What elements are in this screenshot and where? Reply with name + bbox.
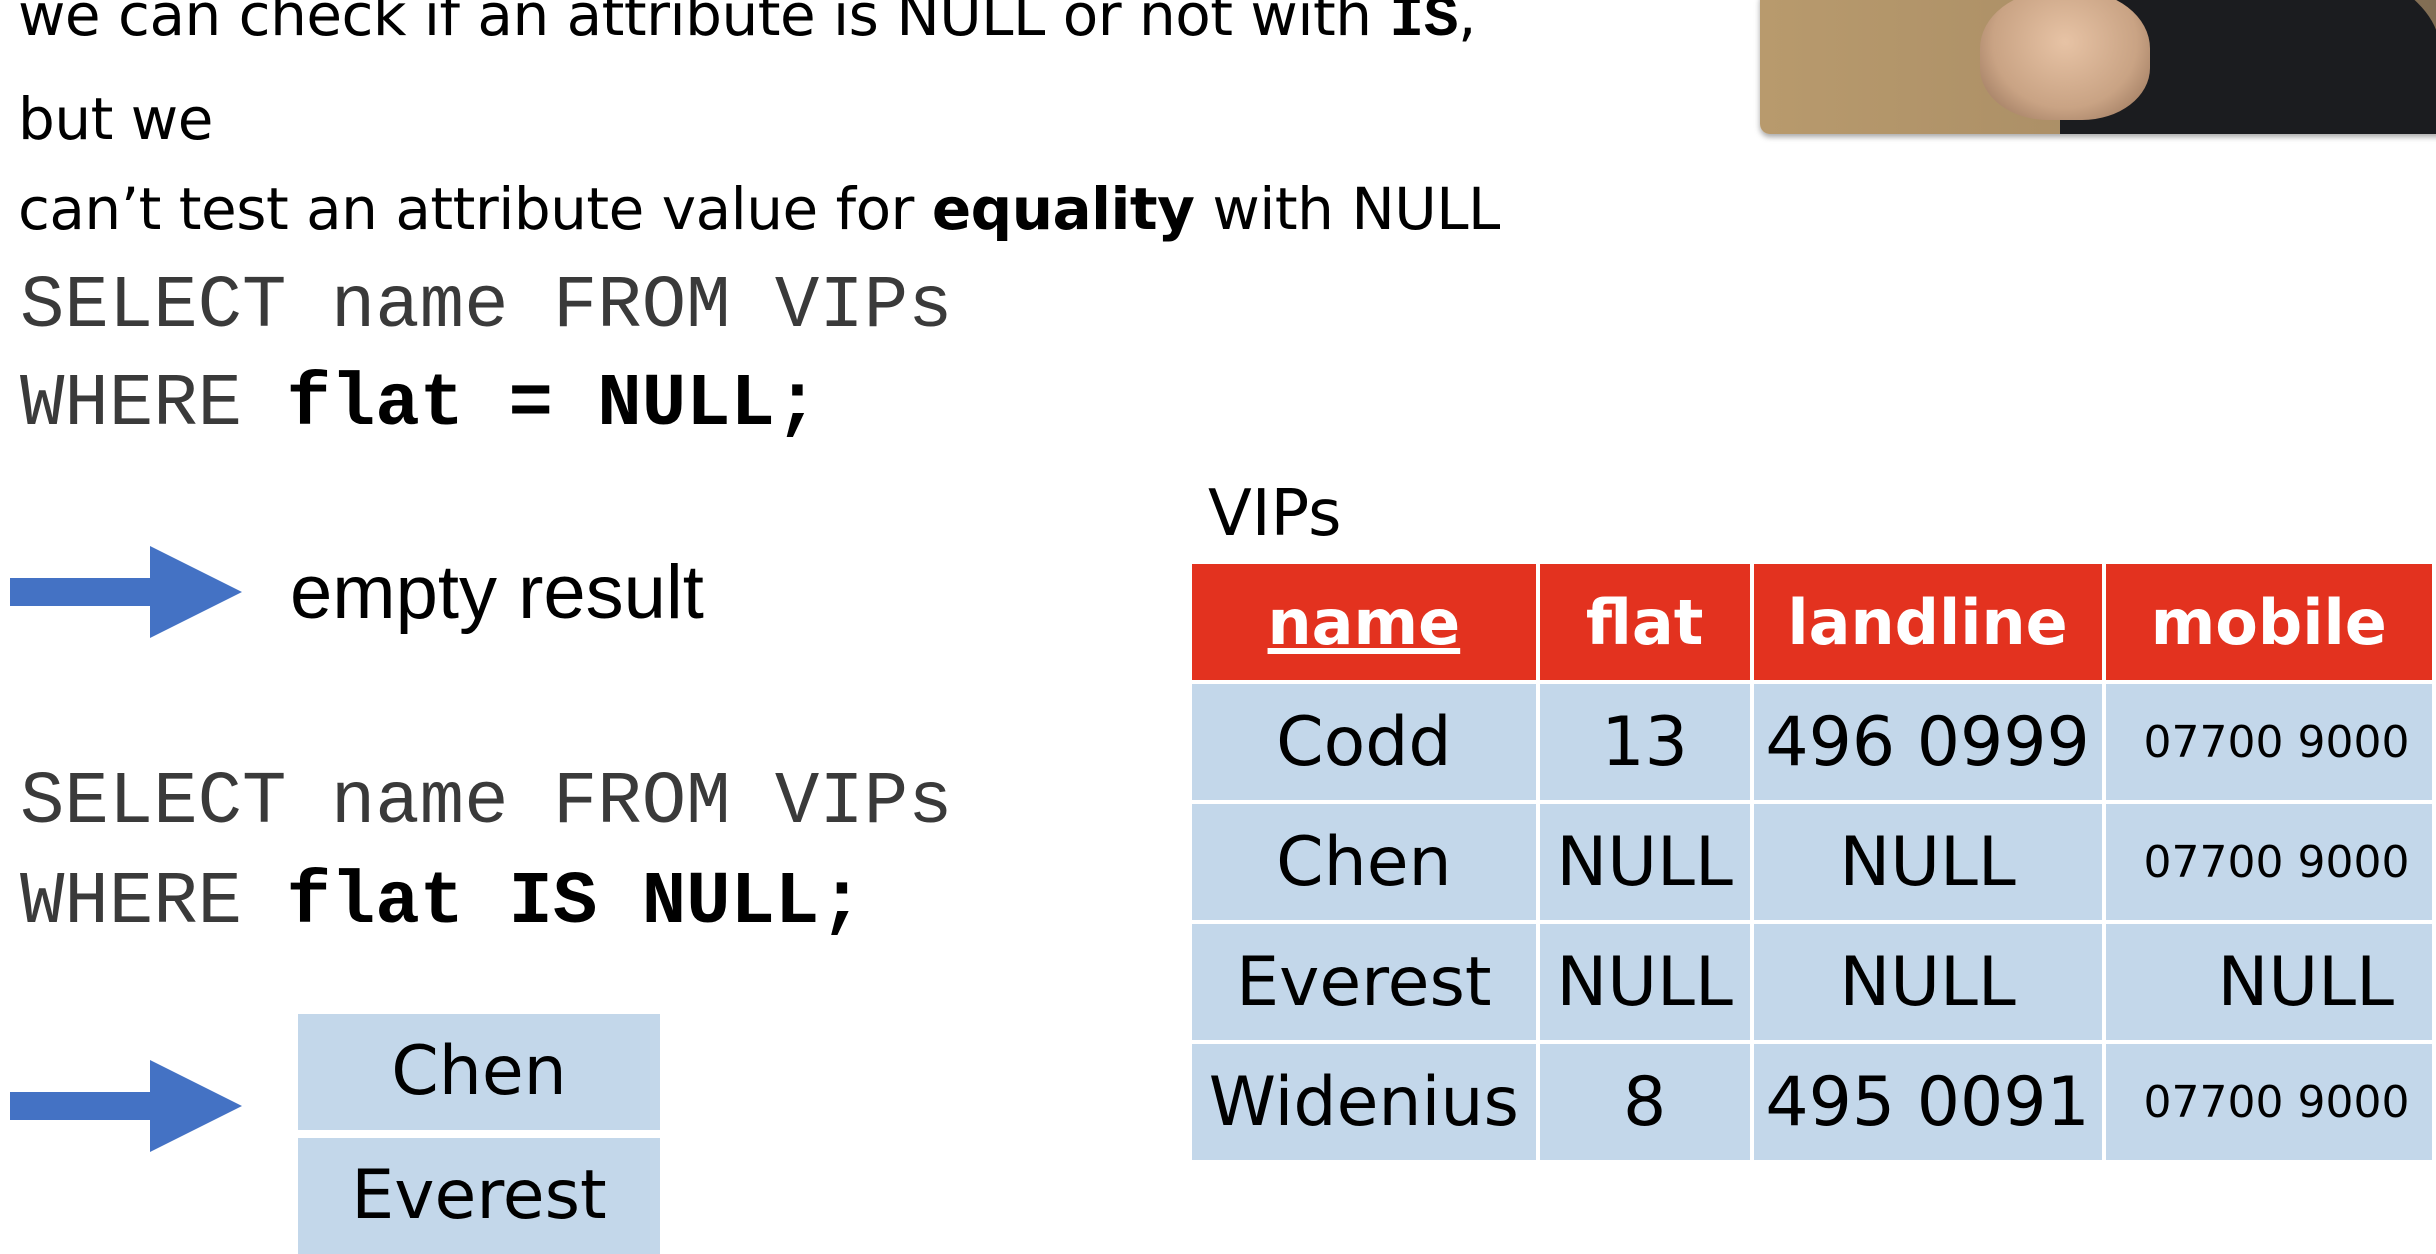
- intro-line-1: we can check if an attribute is NULL or …: [18, 0, 1476, 50]
- vips-table: name flat landline mobile Codd 13 496 09…: [1188, 560, 2436, 1164]
- query2-line-1: SELECT name FROM VIPs: [20, 761, 953, 845]
- result-cell: Everest: [298, 1138, 660, 1254]
- header-mobile: mobile: [2101, 560, 2436, 684]
- intro-line-2: but we: [18, 85, 213, 153]
- cell-flat: NULL: [1535, 800, 1754, 924]
- query2-line-2: WHERE flat IS NULL;: [20, 861, 864, 945]
- table-row: Widenius 8 495 0091 07700 9000: [1188, 1040, 2436, 1164]
- right-arrow-icon: [10, 546, 242, 638]
- empty-result-label: empty result: [290, 550, 704, 635]
- is-keyword: IS: [1389, 0, 1459, 53]
- header-name: name: [1188, 560, 1540, 684]
- cell-mobile: NULL: [2101, 920, 2436, 1044]
- query1-line-2: WHERE flat = NULL;: [20, 363, 820, 447]
- cell-name: Codd: [1188, 680, 1540, 804]
- table-row: Chen NULL NULL 07700 9000: [1188, 800, 2436, 924]
- table-header-row: name flat landline mobile: [1188, 560, 2436, 684]
- query1-line-1: SELECT name FROM VIPs: [20, 265, 953, 349]
- equality-emphasis: equality: [931, 175, 1195, 243]
- cell-flat: 13: [1535, 680, 1754, 804]
- header-landline: landline: [1749, 560, 2106, 684]
- cell-mobile: 07700 9000: [2101, 800, 2436, 924]
- result-cell: Chen: [298, 1014, 660, 1130]
- table-row: Everest NULL NULL NULL: [1188, 920, 2436, 1044]
- cell-name: Everest: [1188, 920, 1540, 1044]
- cell-landline: NULL: [1749, 800, 2106, 924]
- webcam-video: [1760, 0, 2436, 134]
- cell-flat: NULL: [1535, 920, 1754, 1044]
- cell-name: Chen: [1188, 800, 1540, 924]
- cell-landline: 495 0091: [1749, 1040, 2106, 1164]
- cell-flat: 8: [1535, 1040, 1754, 1164]
- cell-name: Widenius: [1188, 1040, 1540, 1164]
- cell-landline: NULL: [1749, 920, 2106, 1044]
- table-title: VIPs: [1208, 477, 1342, 551]
- right-arrow-icon: [10, 1060, 242, 1152]
- cell-mobile: 07700 9000: [2101, 1040, 2436, 1164]
- cell-landline: 496 0999: [1749, 680, 2106, 804]
- intro-line-3: can’t test an attribute value for equali…: [18, 175, 1500, 243]
- table-row: Codd 13 496 0999 07700 9000: [1188, 680, 2436, 804]
- webcam-hands: [1980, 0, 2150, 120]
- header-flat: flat: [1535, 560, 1754, 684]
- cell-mobile: 07700 9000: [2101, 680, 2436, 804]
